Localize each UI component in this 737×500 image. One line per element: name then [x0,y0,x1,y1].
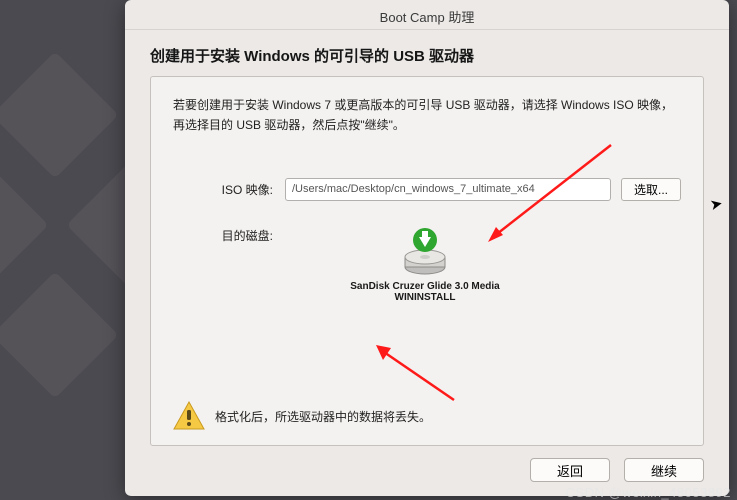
iso-label: ISO 映像: [173,181,273,198]
iso-row: ISO 映像: 选取... [173,178,681,201]
warning-triangle-icon [173,401,205,431]
content-panel: 若要创建用于安装 Windows 7 或更高版本的可引导 USB 驱动器，请选择… [150,76,704,446]
bootcamp-window: Boot Camp 助理 创建用于安装 Windows 的可引导的 USB 驱动… [125,0,729,496]
disk-volume: WININSTALL [395,292,456,303]
disk-row: 目的磁盘: SanDisk Cruzer Glide 3.0 Media WIN… [173,227,681,303]
iso-path-input[interactable] [285,178,611,201]
back-button[interactable]: 返回 [530,458,610,482]
warning-row: 格式化后，所选驱动器中的数据将丢失。 [173,401,431,431]
window-title: Boot Camp 助理 [125,0,729,30]
instruction-text: 若要创建用于安装 Windows 7 或更高版本的可引导 USB 驱动器，请选择… [173,95,681,136]
hard-drive-download-icon [400,227,450,277]
disk-target[interactable]: SanDisk Cruzer Glide 3.0 Media WININSTAL… [325,227,525,303]
watermark-text: CSDN @weixin_48053892 [566,485,731,500]
disk-label: 目的磁盘: [173,227,273,244]
page-heading: 创建用于安装 Windows 的可引导的 USB 驱动器 [125,30,729,76]
select-iso-button[interactable]: 选取... [621,178,681,201]
continue-button[interactable]: 继续 [624,458,704,482]
disk-name: SanDisk Cruzer Glide 3.0 Media [350,281,500,292]
mouse-cursor-icon: ➤ [709,194,725,214]
warning-text: 格式化后，所选驱动器中的数据将丢失。 [215,408,431,425]
